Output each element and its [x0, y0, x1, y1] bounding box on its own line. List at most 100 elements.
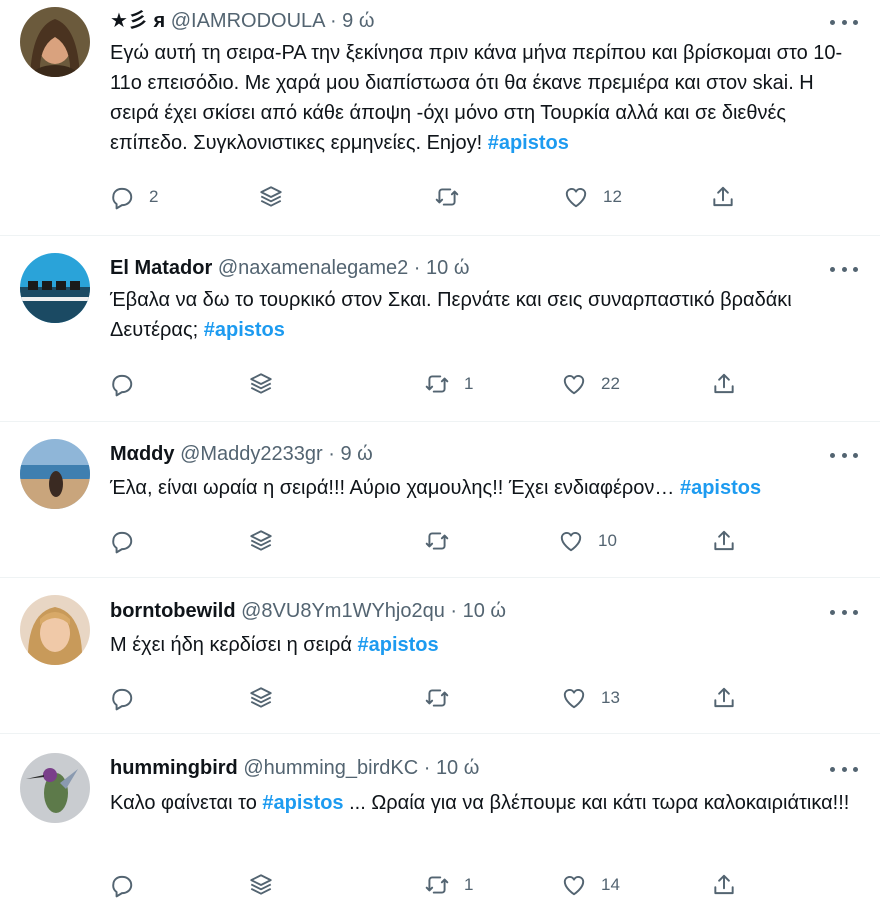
- retweet-count: 1: [464, 875, 474, 894]
- timestamp[interactable]: 9 ώ: [342, 10, 374, 32]
- like-button[interactable]: 12: [563, 181, 622, 213]
- stack-icon: [260, 186, 282, 207]
- tweet[interactable]: ★彡 я @IAMRODOULA · 9 ώ Εγώ αυτή τη σειρα…: [0, 0, 880, 236]
- tweet-header: hummingbird @humming_birdKC · 10 ώ: [110, 755, 479, 781]
- retweet-icon: [425, 689, 449, 707]
- retweet-icon: [425, 876, 449, 894]
- action-bar: 1 14: [0, 869, 880, 901]
- handle[interactable]: @Maddy2233gr: [180, 443, 323, 465]
- reply-button[interactable]: [109, 682, 149, 714]
- tweet[interactable]: Μαddy @Maddy2233gr · 9 ώ Έλα, είναι ωραί…: [0, 422, 880, 578]
- more-icon[interactable]: [830, 12, 858, 32]
- share-button[interactable]: [710, 181, 736, 213]
- retweet-button[interactable]: [434, 181, 474, 213]
- retweet-button[interactable]: 1: [424, 869, 473, 901]
- reply-icon: [112, 374, 133, 397]
- share-icon: [714, 874, 734, 895]
- tweet[interactable]: El Matador @naxamenalegame2 · 10 ώ Έβαλα…: [0, 236, 880, 422]
- stack-button[interactable]: [248, 368, 274, 400]
- hashtag-link[interactable]: #apistos: [680, 477, 761, 499]
- separator: ·: [444, 600, 463, 622]
- tweet[interactable]: hummingbird @humming_birdKC · 10 ώ Καλο …: [0, 734, 880, 901]
- tweet-text-tail: ... Ωραία για να βλέπουμε και κάτι τωρα …: [343, 792, 850, 814]
- separator: ·: [418, 757, 436, 779]
- stack-icon: [250, 530, 272, 551]
- action-bar: 13: [0, 682, 880, 714]
- hashtag-link[interactable]: #apistos: [488, 132, 569, 154]
- timestamp[interactable]: 9 ώ: [340, 443, 372, 465]
- tweet[interactable]: borntobewild @8VU8Ym1WYhjo2qu · 10 ώ Μ έ…: [0, 578, 880, 734]
- tweet-header: El Matador @naxamenalegame2 · 10 ώ: [110, 255, 469, 281]
- reply-icon: [112, 875, 133, 898]
- stack-icon: [250, 874, 272, 895]
- retweet-button[interactable]: [424, 682, 464, 714]
- tweet-text: Έλα, είναι ωραία η σειρά!!! Αύριο χαμουλ…: [110, 473, 850, 503]
- stack-button[interactable]: [248, 525, 274, 557]
- like-button[interactable]: 13: [561, 682, 620, 714]
- like-count: 12: [603, 187, 622, 206]
- more-icon[interactable]: [830, 602, 858, 622]
- reply-icon: [112, 688, 133, 711]
- avatar[interactable]: [20, 7, 90, 77]
- reply-button[interactable]: [109, 368, 149, 400]
- separator: ·: [322, 443, 341, 465]
- share-button[interactable]: [711, 525, 737, 557]
- separator: ·: [408, 257, 427, 279]
- share-icon: [714, 687, 734, 708]
- tweet-text: Καλο φαίνεται το #apistos ... Ωραία για …: [110, 788, 850, 818]
- stack-icon: [250, 687, 272, 708]
- display-name[interactable]: ★彡 я: [110, 10, 165, 32]
- action-bar: 10: [0, 525, 880, 557]
- display-name[interactable]: Μαddy: [110, 443, 175, 465]
- retweet-button[interactable]: 1: [424, 368, 473, 400]
- hashtag-link[interactable]: #apistos: [204, 319, 285, 341]
- avatar[interactable]: [20, 595, 90, 665]
- stack-button[interactable]: [248, 682, 274, 714]
- like-icon: [563, 875, 585, 896]
- share-icon: [713, 186, 733, 207]
- share-button[interactable]: [711, 682, 737, 714]
- stack-button[interactable]: [248, 869, 274, 901]
- timestamp[interactable]: 10 ώ: [463, 600, 506, 622]
- more-icon[interactable]: [830, 445, 858, 465]
- reply-button[interactable]: [109, 525, 149, 557]
- reply-button[interactable]: 2: [109, 181, 158, 213]
- reply-button[interactable]: [109, 869, 149, 901]
- like-count: 22: [601, 374, 620, 393]
- display-name[interactable]: borntobewild: [110, 600, 236, 622]
- reply-count: 2: [149, 187, 159, 206]
- avatar[interactable]: [20, 439, 90, 509]
- avatar[interactable]: [20, 753, 90, 823]
- share-button[interactable]: [711, 368, 737, 400]
- handle[interactable]: @8VU8Ym1WYhjo2qu: [241, 600, 445, 622]
- timestamp[interactable]: 10 ώ: [426, 257, 469, 279]
- tweet-text: Μ έχει ήδη κερδίσει η σειρά #apistos: [110, 630, 850, 660]
- like-button[interactable]: 22: [561, 368, 620, 400]
- retweet-button[interactable]: [424, 525, 464, 557]
- tweet-text-body: Έλα, είναι ωραία η σειρά!!! Αύριο χαμουλ…: [110, 477, 680, 499]
- tweet-header: ★彡 я @IAMRODOULA · 9 ώ: [110, 8, 374, 34]
- share-icon: [714, 373, 734, 394]
- share-button[interactable]: [711, 869, 737, 901]
- handle[interactable]: @naxamenalegame2: [218, 257, 408, 279]
- like-button[interactable]: 10: [558, 525, 617, 557]
- timestamp[interactable]: 10 ώ: [436, 757, 479, 779]
- stack-button[interactable]: [258, 181, 284, 213]
- avatar[interactable]: [20, 253, 90, 323]
- display-name[interactable]: El Matador: [110, 257, 212, 279]
- display-name[interactable]: hummingbird: [110, 757, 238, 779]
- hashtag-link[interactable]: #apistos: [358, 634, 439, 656]
- more-icon[interactable]: [830, 759, 858, 779]
- like-button[interactable]: 14: [561, 869, 620, 901]
- action-bar: 1 22: [0, 368, 880, 400]
- like-icon: [560, 531, 582, 552]
- tweet-text-body: Εγώ αυτή τη σειρα-ΡΑ την ξεκίνησα πριν κ…: [110, 42, 843, 154]
- tweet-text: Έβαλα να δω το τουρκικό στον Σκαι. Περνά…: [110, 285, 850, 345]
- hashtag-link[interactable]: #apistos: [262, 792, 343, 814]
- reply-icon: [112, 187, 133, 210]
- handle[interactable]: @humming_birdKC: [243, 757, 418, 779]
- handle[interactable]: @IAMRODOULA: [171, 10, 325, 32]
- more-icon[interactable]: [830, 259, 858, 279]
- like-count: 10: [598, 531, 617, 550]
- tweet-text-body: Καλο φαίνεται το: [110, 792, 263, 814]
